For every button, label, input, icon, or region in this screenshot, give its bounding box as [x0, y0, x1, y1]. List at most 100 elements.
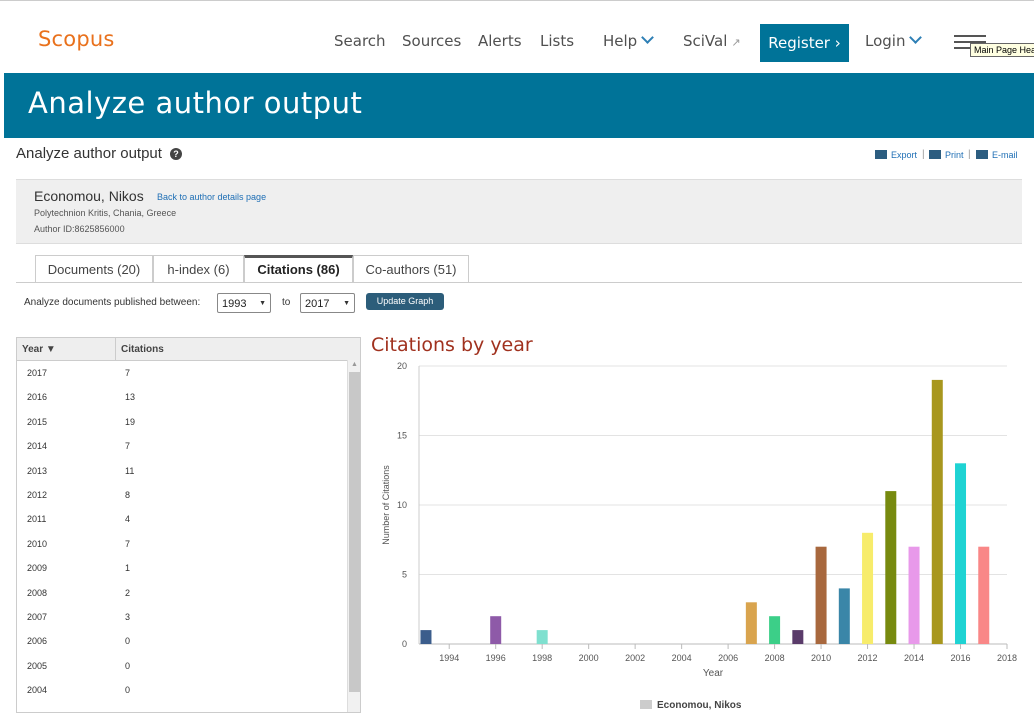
section-heading: Analyze author output? — [16, 145, 182, 162]
tab-documents[interactable]: Documents (20) — [35, 255, 153, 282]
year-cell: 2012 — [27, 489, 48, 500]
scrollbar-thumb[interactable] — [349, 372, 360, 692]
nav-help-label: Help — [603, 32, 638, 50]
citations-cell: 0 — [125, 636, 131, 647]
citations-bar-chart: 0 5 10 15 20 1994 1996 1998 2000 2002 2004 2006 2008… — [381, 361, 1017, 679]
tab-divider — [16, 282, 1022, 283]
nav-search[interactable]: Search — [334, 32, 386, 50]
legend-label: Economou, Nikos — [657, 700, 742, 711]
citations-cell: 0 — [125, 685, 131, 696]
print-icon — [929, 150, 941, 159]
x-tick-label: 1994 — [439, 653, 459, 663]
x-tick-label: 2008 — [765, 653, 785, 663]
year-cell: 2008 — [27, 587, 48, 598]
table-row: 2011 4 — [17, 507, 360, 531]
chart-legend[interactable]: Economou, Nikos — [640, 700, 741, 711]
citations-cell: 11 — [125, 465, 135, 476]
bar-2007 — [745, 602, 757, 644]
bar-2013 — [885, 491, 897, 644]
bar-2014 — [908, 546, 920, 644]
citations-cell: 4 — [125, 514, 131, 525]
table-row: 2012 8 — [17, 483, 360, 507]
table-body: 2017 7 2016 13 2015 19 2014 7 2013 11 2012 8 2011 4 20… — [17, 361, 360, 702]
legend-swatch — [640, 700, 652, 709]
scrollbar[interactable]: ▲ — [347, 360, 360, 712]
table-row: 2009 1 — [17, 556, 360, 580]
nav-login[interactable]: Login — [865, 31, 923, 50]
divider: | — [968, 149, 971, 160]
table-header: Year ▼ Citations — [17, 338, 360, 361]
tab-co-authors[interactable]: Co-authors (51) — [353, 255, 469, 282]
x-tick-label: 2016 — [951, 653, 971, 663]
table-row: 2014 7 — [17, 434, 360, 458]
x-tick-label: 1998 — [532, 653, 552, 663]
x-tick-label: 2010 — [811, 653, 831, 663]
table-row: 2017 7 — [17, 361, 360, 385]
year-column-header[interactable]: Year ▼ — [22, 344, 56, 355]
table-row: 2005 0 — [17, 654, 360, 678]
year-cell: 2006 — [27, 636, 48, 647]
year-cell: 2013 — [27, 465, 48, 476]
citations-column-header: Citations — [121, 344, 164, 355]
y-tick-label: 15 — [397, 431, 407, 441]
nav-help[interactable]: Help — [603, 31, 655, 50]
scopus-logo[interactable]: Scopus — [38, 27, 115, 51]
year-cell: 2004 — [27, 685, 48, 696]
register-label: Register — [768, 34, 830, 52]
nav-login-label: Login — [865, 32, 906, 50]
nav-lists[interactable]: Lists — [540, 32, 574, 50]
print-link[interactable]: Print — [929, 150, 964, 160]
table-row: 2004 0 — [17, 678, 360, 702]
help-icon[interactable]: ? — [169, 148, 182, 160]
citations-table: Year ▼ Citations 2017 7 2016 13 2015 19 2014 7 2… — [16, 337, 361, 713]
year-cell: 2011 — [27, 514, 47, 525]
year-cell: 2005 — [27, 660, 48, 671]
x-tick-label: 2000 — [579, 653, 599, 663]
nav-alerts[interactable]: Alerts — [478, 32, 522, 50]
year-cell: 2015 — [27, 416, 48, 427]
print-label: Print — [945, 150, 964, 160]
x-tick-label: 2004 — [672, 653, 692, 663]
chevron-right-icon: › — [834, 34, 841, 52]
nav-sources[interactable]: Sources — [402, 32, 461, 50]
table-row: 2015 19 — [17, 410, 360, 434]
export-link[interactable]: Export — [875, 150, 917, 160]
author-name: Economou, Nikos — [34, 188, 144, 204]
citations-cell: 0 — [125, 660, 131, 671]
email-link[interactable]: E-mail — [976, 150, 1018, 160]
year-cell: 2017 — [27, 368, 48, 378]
dropdown-arrow-icon: ▼ — [259, 300, 266, 307]
chevron-down-icon — [641, 31, 655, 44]
bar-1993 — [420, 630, 432, 644]
tab-h-index[interactable]: h-index (6) — [153, 255, 244, 282]
x-tick-label: 2014 — [904, 653, 924, 663]
back-to-author-link[interactable]: Back to author details page — [157, 192, 266, 202]
x-tick-label: 1996 — [486, 653, 506, 663]
column-divider — [115, 338, 116, 360]
table-row: 2013 11 — [17, 459, 360, 483]
citations-cell: 13 — [125, 392, 136, 403]
from-year-value: 1993 — [222, 298, 247, 310]
table-row: 2016 13 — [17, 385, 360, 409]
tab-citations[interactable]: Citations (86) — [244, 255, 353, 282]
email-label: E-mail — [992, 150, 1018, 160]
bar-2012 — [862, 532, 874, 644]
nav-scival[interactable]: SciVal ↗ — [683, 32, 741, 50]
scroll-up-icon[interactable]: ▲ — [351, 361, 358, 368]
register-button[interactable]: Register › — [760, 24, 849, 62]
citations-cell: 8 — [125, 489, 131, 500]
to-year-select[interactable]: 2017 ▼ — [300, 293, 355, 313]
from-year-select[interactable]: 1993 ▼ — [217, 293, 271, 313]
export-icon — [875, 150, 887, 159]
citations-cell: 7 — [125, 441, 131, 452]
table-row: 2007 3 — [17, 605, 360, 629]
top-navigation-bar: Scopus Search Sources Alerts Lists Help … — [0, 0, 1034, 74]
y-axis-label: Number of Citations — [381, 465, 391, 545]
citations-cell: 2 — [125, 587, 131, 598]
y-tick-label: 20 — [397, 361, 407, 371]
bar-2016 — [955, 463, 967, 644]
update-graph-button[interactable]: Update Graph — [366, 293, 444, 310]
chevron-down-icon — [909, 31, 923, 44]
author-id: Author ID:8625856000 — [34, 224, 125, 234]
bar-2009 — [792, 630, 804, 644]
